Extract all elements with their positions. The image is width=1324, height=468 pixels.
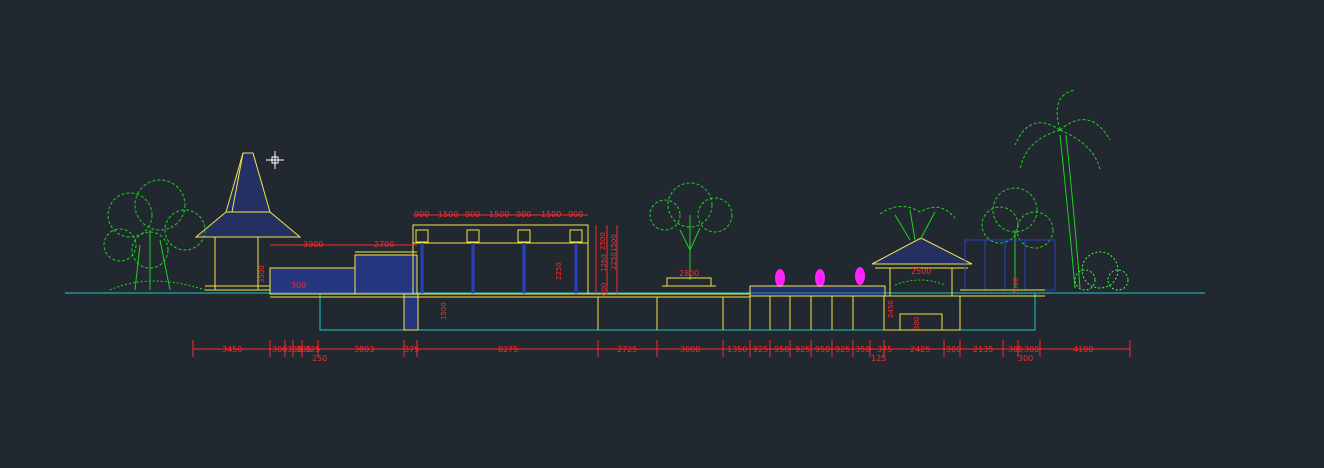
figure-sculptures-icon [775, 267, 865, 287]
crosshair-cursor-icon [266, 151, 284, 169]
dim-label: 925 [753, 345, 768, 354]
dim-label: 2450 [887, 300, 895, 318]
dim-label: 385 [1008, 345, 1023, 354]
fence-panel-right [964, 239, 1056, 291]
dim-label: 900 [516, 210, 531, 219]
tree-right-icon [981, 187, 1054, 288]
dim-label: 3500 [258, 265, 266, 283]
tree-center-icon [649, 182, 733, 280]
planter-box [662, 277, 716, 287]
water-features-left [269, 251, 419, 331]
planter-dimension-label: 2800 [679, 269, 699, 278]
dim-label: 2725 [617, 345, 637, 354]
dim-label: 925 [795, 345, 810, 354]
dim-label: 8275 [498, 345, 518, 354]
dim-label: 3450 [222, 345, 242, 354]
dim-label: 3000 [680, 345, 700, 354]
dim-label: 3803 [354, 345, 374, 354]
dim-label: 300 [291, 281, 306, 290]
dim-label: 2250 [555, 262, 563, 280]
dim-label: 2250 [610, 252, 618, 270]
dim-label: 900 [465, 210, 480, 219]
dim-sub-label: 250 [312, 354, 327, 363]
pavilion-dimensions: 3900 2700 [270, 240, 417, 249]
dim-label: 1500 [541, 210, 561, 219]
dim-label: 1260 [600, 254, 608, 272]
dim-label: 4100 [1073, 345, 1093, 354]
dim-label: 2425 [910, 345, 930, 354]
dim-label: 900 [568, 210, 583, 219]
dim-label: 2500 [911, 267, 931, 276]
dim-label: 300 [913, 317, 921, 330]
bottom-sub-dimension-labels: 250 125 300 [312, 354, 1033, 363]
tree-left-icon [103, 179, 206, 291]
dim-label: 2500 [1012, 277, 1020, 295]
dim-label: 2700 [374, 240, 394, 249]
dim-label: 300 [272, 345, 287, 354]
dim-label: 900 [414, 210, 429, 219]
elevation-drawing: 3450 300 300 300 325 3803 375 8275 2725 … [65, 89, 1205, 363]
dim-label: 950 [774, 345, 789, 354]
dim-label: 375 [404, 345, 419, 354]
dim-label: 2500 [599, 232, 607, 250]
dim-label: 600 [600, 283, 608, 296]
dim-label: 1500 [489, 210, 509, 219]
dim-sub-label: 125 [871, 354, 886, 363]
dim-label: 325 [305, 345, 320, 354]
palm-tree-icon [1014, 89, 1111, 289]
dim-label: 375 [877, 345, 892, 354]
dim-label: 1500 [610, 234, 618, 252]
dim-label: 1500 [438, 210, 458, 219]
dim-label: 1500 [440, 302, 448, 320]
dim-label: 350 [855, 345, 870, 354]
dim-sub-label: 300 [1018, 354, 1033, 363]
foundation-outline [319, 293, 1036, 331]
dim-label: 1350 [727, 345, 747, 354]
dim-label: 3900 [303, 240, 323, 249]
cad-viewport[interactable]: 3450 300 300 300 325 3803 375 8275 2725 … [0, 0, 1324, 468]
dim-label: 925 [835, 345, 850, 354]
dim-label: 300 [946, 345, 961, 354]
dim-label: 950 [815, 345, 830, 354]
water-channel-middle [749, 285, 886, 330]
dim-label: 300 [1024, 345, 1039, 354]
dim-label: 2135 [973, 345, 993, 354]
gate-top-dimensions: 900 1500 900 1500 900 1500 900 [413, 210, 588, 219]
gazebo-dimensions: 2500 300 2450 2500 [887, 267, 1020, 330]
shrub-right-icon [1074, 251, 1129, 291]
